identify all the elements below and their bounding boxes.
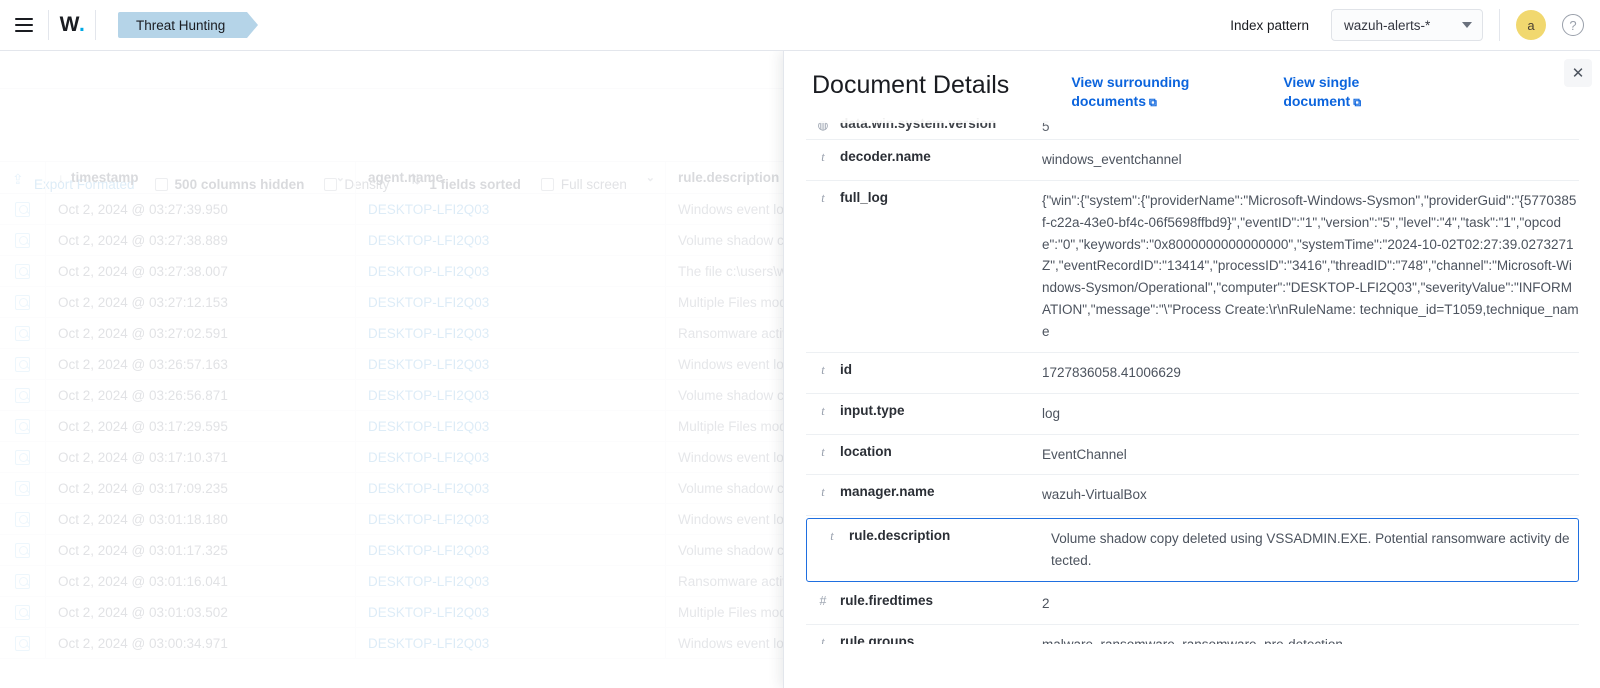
brand-dot: .	[78, 13, 85, 36]
avatar[interactable]: a	[1516, 10, 1546, 40]
field-type-icon: t	[821, 362, 825, 377]
field-type-icon: t	[821, 190, 825, 205]
document-field-row: ◍ data.win.system.version 5	[806, 107, 1579, 140]
hamburger-line	[15, 18, 33, 20]
field-name: location	[840, 443, 892, 459]
breadcrumb[interactable]: Threat Hunting	[118, 12, 259, 38]
nav-left-group: W. Threat Hunting	[0, 0, 259, 51]
field-type-icon: t	[830, 529, 834, 544]
breadcrumb-label: Threat Hunting	[136, 17, 226, 33]
document-field-row: t decoder.name windows_eventchannel	[806, 140, 1579, 181]
document-field-row: t input.type log	[806, 394, 1579, 435]
field-name: data.win.system.version	[840, 116, 997, 131]
field-type-icon: t	[821, 150, 825, 164]
field-type-icon: ◍	[817, 118, 829, 132]
document-field-row: t rule.groups malware, ransomware, ransomw…	[806, 625, 1579, 644]
document-details-field-list: ◍ data.win.system.version 5 t decoder.name wi…	[784, 51, 1600, 644]
brand-letter: W	[59, 13, 80, 36]
hamburger-line	[15, 30, 33, 32]
external-link-icon: ⧉	[1353, 96, 1362, 109]
index-pattern-value: wazuh-alerts-*	[1344, 17, 1431, 33]
hamburger-menu-icon[interactable]	[0, 0, 48, 51]
field-name: rule.groups	[840, 633, 915, 644]
close-glyph: ✕	[1571, 65, 1585, 82]
field-name: id	[840, 361, 852, 377]
wazuh-logo[interactable]: W.	[49, 0, 95, 51]
index-pattern-select[interactable]: wazuh-alerts-*	[1331, 9, 1483, 41]
flyout-actions: View surrounding documents ⧉ View single …	[1071, 73, 1433, 111]
field-value: 1727836058.41006629	[1042, 364, 1181, 380]
field-value: wazuh-VirtualBox	[1042, 487, 1147, 503]
close-icon[interactable]: ✕	[1564, 59, 1592, 87]
top-navigation-bar: W. Threat Hunting Index pattern wazuh-al…	[0, 0, 1600, 51]
document-field-row: t rule.description Volume shadow copy dele…	[806, 518, 1579, 583]
index-pattern-label: Index pattern	[1230, 17, 1309, 33]
field-type-icon: t	[821, 403, 825, 418]
document-details-flyout: ◍ data.win.system.version 5 t decoder.name wi…	[783, 51, 1600, 688]
document-field-row: t id 1727836058.41006629	[806, 353, 1579, 394]
field-type-icon: t	[821, 485, 825, 500]
help-glyph: ?	[1569, 17, 1577, 33]
field-value: 2	[1042, 596, 1050, 612]
field-name: rule.firedtimes	[840, 593, 934, 609]
field-value: EventChannel	[1042, 446, 1127, 462]
external-link-icon: ⧉	[1149, 96, 1157, 109]
view-surrounding-documents-link[interactable]: View surrounding documents ⧉	[1071, 73, 1221, 111]
link-label: View single document	[1283, 74, 1360, 109]
hamburger-line	[15, 24, 33, 26]
field-name: manager.name	[840, 484, 935, 500]
field-name: decoder.name	[840, 149, 931, 164]
field-type-icon: t	[821, 444, 825, 459]
field-name: input.type	[840, 402, 905, 418]
nav-divider	[95, 10, 96, 40]
document-field-row: # rule.firedtimes 2	[806, 584, 1579, 625]
help-icon[interactable]: ?	[1562, 14, 1584, 36]
field-value: windows_eventchannel	[1042, 152, 1182, 167]
document-field-row: t manager.name wazuh-VirtualBox	[806, 475, 1579, 517]
field-value: log	[1042, 405, 1061, 421]
field-value: Volume shadow copy deleted using VSSADMI…	[1051, 531, 1570, 569]
field-value: {"win":{"system":{"providerName":"Micros…	[1042, 192, 1579, 340]
field-name: full_log	[840, 189, 888, 205]
chevron-down-icon	[1462, 22, 1472, 28]
field-type-icon: #	[819, 594, 827, 609]
page-title: Document Details	[812, 71, 1010, 99]
field-value: 5	[1042, 119, 1050, 134]
nav-right-group: Index pattern wazuh-alerts-* a ?	[1230, 0, 1600, 51]
nav-divider	[1499, 9, 1500, 41]
document-field-row: t full_log {"win":{"system":{"providerName…	[806, 181, 1579, 353]
document-field-row: t location EventChannel	[806, 435, 1579, 476]
link-label: View surrounding documents	[1071, 74, 1190, 109]
avatar-initial: a	[1527, 17, 1535, 33]
view-single-document-link[interactable]: View single document ⧉	[1283, 73, 1433, 111]
field-value: malware, ransomware, ransomware_pre-dete…	[1042, 634, 1579, 644]
field-type-icon: t	[821, 634, 825, 644]
field-name: rule.description	[849, 528, 951, 544]
